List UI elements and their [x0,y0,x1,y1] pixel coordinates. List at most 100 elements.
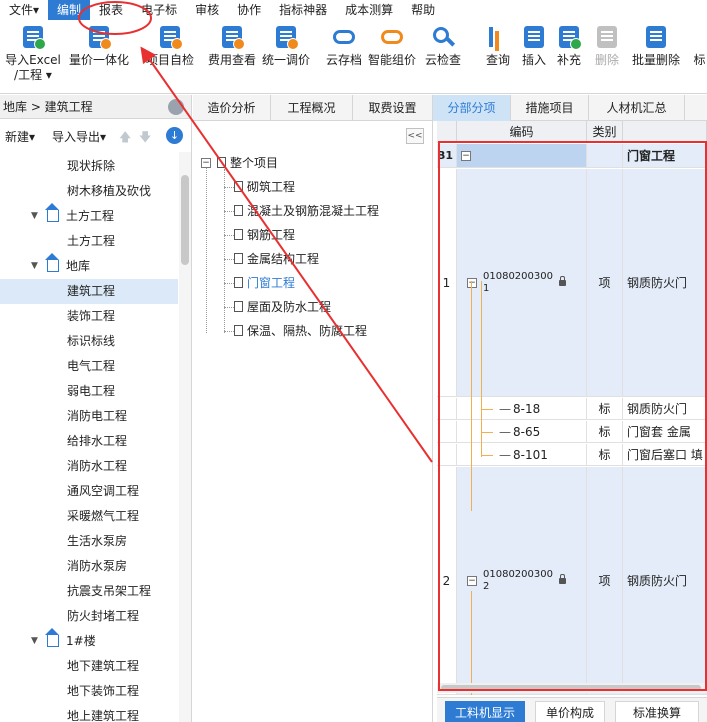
tree-item-label: 地下建筑工程 [67,659,140,673]
tree-item[interactable]: 标识标线 [0,329,178,354]
tree-item[interactable]: ▼ 1#楼 [0,628,178,654]
row-type: 标 [587,421,623,442]
tree-node-selected[interactable]: 门窗工程 [234,273,295,293]
tree-item-selected[interactable]: 建筑工程 [0,279,178,304]
new-button[interactable]: 新建▾ [5,128,35,145]
tree-item[interactable]: 弱电工程 [0,379,178,404]
tree-item[interactable]: 消防水泵房 [0,554,178,579]
menu-e-bid[interactable]: 电子标 [132,0,186,20]
tree-node[interactable]: 混凝土及钢筋混凝土工程 [234,201,379,221]
menu-help[interactable]: 帮助 [402,0,444,20]
collapse-row-icon[interactable]: − [467,277,477,288]
cloud-archive-button[interactable]: 云存档 [322,24,366,68]
batch-delete-button[interactable]: 批量删除 [628,24,684,68]
tree-item[interactable]: 电气工程 [0,354,178,379]
menu-edit[interactable]: 编制 [48,0,91,20]
tree-node[interactable]: 屋面及防水工程 [234,297,331,317]
tab-measures[interactable]: 措施项目 [511,95,589,121]
tree-item[interactable]: 消防电工程 [0,404,178,429]
import-excel-button[interactable]: 导入Excel /工程 ▾ [4,24,62,83]
tab-fee-settings[interactable]: 取费设置 [353,95,433,121]
tree-item[interactable]: ▼ 土方工程 [0,203,178,229]
download-circle-icon[interactable]: ↓ [166,127,183,144]
cost-view-button[interactable]: 费用查看 [204,24,260,68]
cloud-check-button[interactable]: 云检查 [422,24,464,68]
tree-node[interactable]: 保温、隔热、防腐工程 [234,321,367,341]
smart-pricing-button[interactable]: 智能组价 [366,24,418,68]
menu-collab[interactable]: 协作 [228,0,270,20]
self-check-button[interactable]: 项目自检 [140,24,200,68]
collapse-left-button[interactable]: << [406,128,424,144]
building-icon [45,203,59,222]
tab-labor-material-display[interactable]: 工料机显示 [445,701,525,722]
tree-item[interactable]: 地上建筑工程 [0,704,178,722]
menu-review[interactable]: 审核 [186,0,228,20]
tab-standard-conversion[interactable]: 标准换算 [615,701,699,722]
expand-toggle-icon[interactable]: ▼ [31,629,38,654]
tree-item[interactable]: 地下装饰工程 [0,679,178,704]
query-button[interactable]: 查询 [481,24,515,68]
tree-item-label: 建筑工程 [67,284,116,298]
tree-item[interactable]: 土方工程 [0,229,178,254]
header-type[interactable]: 类别 [587,121,623,143]
tree-root-label: 整个项目 [230,156,279,170]
tree-item[interactable]: 生活水泵房 [0,529,178,554]
menu-file[interactable]: 文件▾ [0,0,48,20]
tree-root[interactable]: 整个项目 [217,153,278,173]
tree-item[interactable]: 装饰工程 [0,304,178,329]
move-down-icon[interactable]: 🡇 [139,128,151,149]
unified-pricing-button[interactable]: 统一调价 [260,24,312,68]
import-excel-icon [20,24,46,50]
tree-node[interactable]: 钢筋工程 [234,225,295,245]
tree-item[interactable]: 消防水工程 [0,454,178,479]
row-code-cell: − 01080200300 1 [457,169,587,396]
table-row[interactable]: 2 − 01080200300 2 项 钢质防火门 [437,467,707,695]
table-row[interactable]: —8-101 标 门窗后塞口 填 [437,444,707,466]
tree-item[interactable]: ▼ 地库 [0,253,178,279]
left-scrollbar-thumb[interactable] [181,175,189,265]
price-integration-button[interactable]: 量价一体化 [66,24,132,68]
collapse-row-icon[interactable]: − [467,575,477,586]
tab-cost-analysis[interactable]: 造价分析 [193,95,271,121]
tree-item[interactable]: 地下建筑工程 [0,654,178,679]
collapse-panel-icon[interactable] [168,99,184,115]
tree-item[interactable]: 抗震支吊架工程 [0,579,178,604]
import-export-button[interactable]: 导入导出▾ [52,128,106,145]
menu-index-tool[interactable]: 指标神器 [270,0,336,20]
tree-item[interactable]: 树木移植及砍伐 [0,179,178,204]
expand-toggle-icon[interactable]: ▼ [31,254,38,279]
header-name[interactable] [623,121,707,143]
section-row[interactable]: B1 − 门窗工程 [437,144,707,168]
tree-item[interactable]: 防火封堵工程 [0,604,178,629]
table-row[interactable]: —8-18 标 钢质防火门 [437,398,707,420]
grid-scrollbar-thumb[interactable] [441,685,701,691]
delete-button[interactable]: 删除 [590,24,624,68]
collapse-section-icon[interactable]: − [461,150,471,161]
collapse-root-icon[interactable]: − [201,158,211,168]
table-row[interactable]: 1 − 01080200300 1 项 钢质防火门 [437,169,707,397]
tree-line [224,307,234,308]
tree-node[interactable]: 砌筑工程 [234,177,295,197]
tab-labor-material-summary[interactable]: 人材机汇总 [589,95,685,121]
tree-item[interactable]: 采暖燃气工程 [0,504,178,529]
menu-cost-estimate[interactable]: 成本测算 [336,0,402,20]
section-name: 门窗工程 [623,144,707,167]
tab-project-overview[interactable]: 工程概况 [271,95,353,121]
header-code[interactable]: 编码 [457,121,587,143]
tree-line [224,211,234,212]
table-row[interactable]: —8-65 标 门窗套 金属 [437,421,707,443]
expand-toggle-icon[interactable]: ▼ [31,204,38,229]
insert-button[interactable]: 插入 [517,24,551,68]
tree-node[interactable]: 金属结构工程 [234,249,319,269]
tree-item[interactable]: 给排水工程 [0,429,178,454]
tree-item[interactable]: 通风空调工程 [0,479,178,504]
bottom-tab-bar: 工料机显示 单价构成 标准换算 [437,697,707,722]
tree-item[interactable]: 现状拆除 [0,154,178,179]
mark-button[interactable]: 标 [692,24,707,68]
import-excel-label: 导入Excel [5,53,61,67]
supplement-button[interactable]: 补充 [552,24,586,68]
tab-sub-items[interactable]: 分部分项 [433,95,511,121]
menu-report[interactable]: 报表 [90,0,132,20]
tab-unit-price-composition[interactable]: 单价构成 [535,701,605,722]
move-up-icon[interactable]: 🡅 [119,128,131,149]
